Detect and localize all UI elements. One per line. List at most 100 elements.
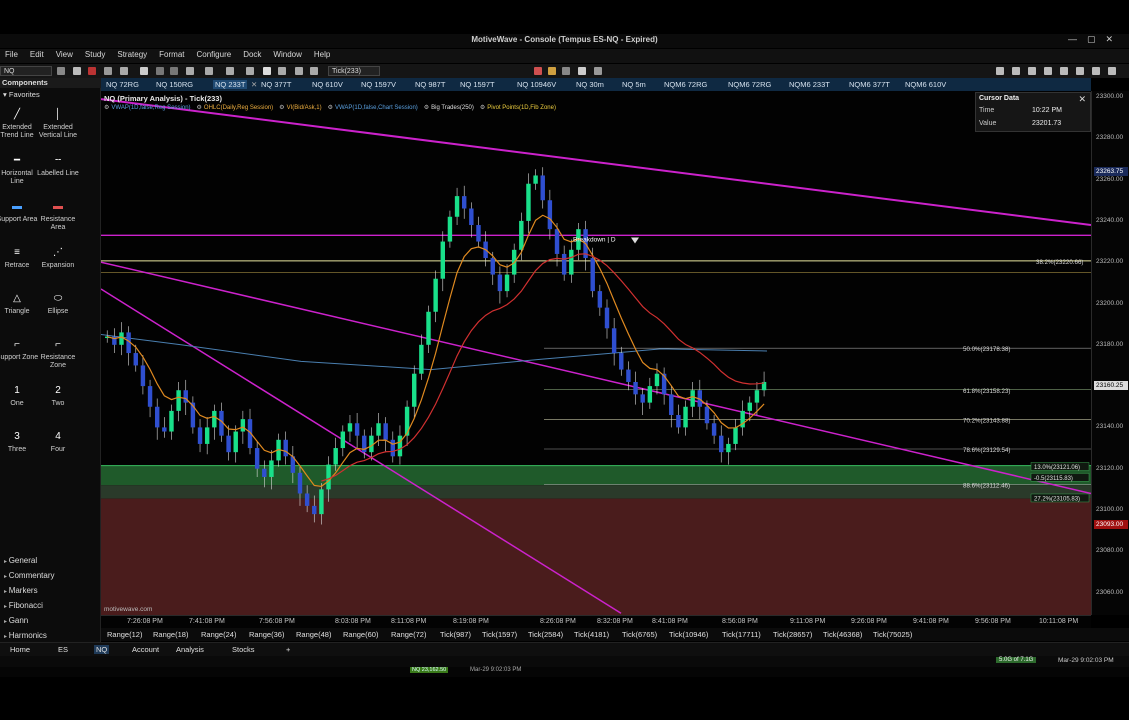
menu-format[interactable]: Format [154, 49, 191, 63]
tab-close-icon[interactable]: ✕ [251, 80, 257, 89]
link-icon[interactable] [562, 67, 570, 75]
close-icon[interactable]: ✕ [1078, 94, 1086, 105]
indicator-settings-icon[interactable]: ⚙ [328, 105, 333, 111]
chart-tab[interactable]: NQ 377T [261, 80, 291, 89]
bar-size-button[interactable]: Tick(46368) [823, 630, 862, 639]
chart-tab[interactable]: NQ 1597T [460, 80, 495, 89]
tool-retrace[interactable]: ≡ Retrace [0, 246, 39, 270]
menu-dock[interactable]: Dock [238, 49, 268, 63]
indicator-label[interactable]: VWAP(1D,false,Reg Session) [111, 105, 190, 111]
section-general[interactable]: ▸ General [0, 554, 101, 567]
copy-icon[interactable] [186, 67, 194, 75]
tool-b-icon[interactable] [1012, 67, 1020, 75]
indicator-settings-icon[interactable]: ⚙ [197, 105, 202, 111]
tool-three[interactable]: 3 Three [0, 430, 39, 454]
tool-a-icon[interactable] [996, 67, 1004, 75]
chart-type-icon[interactable] [578, 67, 586, 75]
delete-icon[interactable] [88, 67, 96, 75]
zoom-in-icon[interactable] [226, 67, 234, 75]
indicator-settings-icon[interactable]: ⚙ [104, 105, 109, 111]
chart-tab[interactable]: NQ 30m [576, 80, 604, 89]
favorites-header[interactable]: ▾ Favorites [0, 90, 101, 100]
tool-four[interactable]: 4 Four [36, 430, 80, 454]
close-icon[interactable]: ✕ [1105, 34, 1123, 44]
tool-e-icon[interactable] [1060, 67, 1068, 75]
bar-size-button[interactable]: Range(60) [343, 630, 378, 639]
alert-icon[interactable] [534, 67, 542, 75]
indicator-settings-icon[interactable]: ⚙ [480, 105, 485, 111]
bar-size-button[interactable]: Tick(4181) [574, 630, 609, 639]
section-harmonics[interactable]: ▸ Harmonics [0, 629, 101, 642]
tool-labelled-line[interactable]: ╌ Labelled Line [36, 154, 80, 178]
menu-file[interactable]: File [0, 49, 25, 63]
bar-size-button[interactable]: Tick(1597) [482, 630, 517, 639]
maximize-icon[interactable]: ▢ [1087, 34, 1106, 44]
workspace-tab[interactable]: + [286, 645, 290, 654]
redo-icon[interactable] [170, 67, 178, 75]
symbol-select[interactable]: NQ [0, 66, 52, 76]
indicator-label[interactable]: OHLC(Daily,Reg Session) [204, 105, 273, 111]
bar-size-button[interactable]: Tick(10946) [669, 630, 708, 639]
open-icon[interactable] [120, 67, 128, 75]
chart-tab[interactable]: NQM6 233T [789, 80, 830, 89]
gear-icon[interactable] [1108, 67, 1116, 75]
bar-size-button[interactable]: Tick(2584) [528, 630, 563, 639]
indicator-settings-icon[interactable]: ⚙ [424, 105, 429, 111]
menu-strategy[interactable]: Strategy [112, 49, 154, 63]
crosshair-icon[interactable] [263, 67, 271, 75]
workspace-tab[interactable]: Account [132, 645, 159, 654]
indicator-label[interactable]: Big Trades(250) [431, 105, 474, 111]
tool-d-icon[interactable] [1044, 67, 1052, 75]
tool-vertical-line[interactable]: │ Extended Vertical Line [36, 108, 80, 140]
bar-size-button[interactable]: Range(36) [249, 630, 284, 639]
bar-size-button[interactable]: Range(72) [391, 630, 426, 639]
bar-size-select[interactable]: Tick(233) [328, 66, 380, 76]
price-chart[interactable]: 38.2%(23220.66) 50.0%(23178.38) 61.8%(2315… [101, 91, 1091, 615]
section-fibonacci[interactable]: ▸ Fibonacci [0, 599, 101, 612]
chart-tab[interactable]: NQ 987T [415, 80, 445, 89]
workspace-tab[interactable]: Stocks [232, 645, 255, 654]
tool-one[interactable]: 1 One [0, 384, 39, 408]
indicator-settings-icon[interactable]: ⚙ [279, 105, 284, 111]
tool-expansion[interactable]: ⋰ Expansion [36, 246, 80, 270]
tool-triangle[interactable]: △ Triangle [0, 292, 39, 316]
indicator-label[interactable]: Pivot Points(1D,Fib Zone) [487, 105, 556, 111]
tool-two[interactable]: 2 Two [36, 384, 80, 408]
tool-support-area[interactable]: ▬ Support Area [0, 200, 39, 224]
minimize-icon[interactable]: — [1068, 34, 1087, 44]
chart-area[interactable]: 38.2%(23220.66) 50.0%(23178.38) 61.8%(2315… [101, 91, 1091, 615]
chart-tab[interactable]: NQM6 377T [849, 80, 890, 89]
period-icon[interactable] [295, 67, 303, 75]
save-icon[interactable] [104, 67, 112, 75]
section-markers[interactable]: ▸ Markers [0, 584, 101, 597]
draw-icon[interactable] [310, 67, 318, 75]
chart-tab[interactable]: NQM6 72RG [664, 80, 707, 89]
search-icon[interactable] [57, 67, 65, 75]
filter-icon[interactable] [594, 67, 602, 75]
tool-c-icon[interactable] [1028, 67, 1036, 75]
chart-tab[interactable]: NQ 72RG [106, 80, 139, 89]
bar-size-button[interactable]: Tick(987) [440, 630, 471, 639]
menu-edit[interactable]: Edit [25, 49, 51, 63]
settings-icon[interactable] [205, 67, 213, 75]
bar-icon[interactable] [278, 67, 286, 75]
chart-tab[interactable]: NQ 1597V [361, 80, 396, 89]
taskbar-quote[interactable]: NQ 23,162.50 [410, 667, 449, 673]
tool-resistance-area[interactable]: ▬ Resistance Area [36, 200, 80, 232]
menu-view[interactable]: View [51, 49, 80, 63]
chart-tab[interactable]: NQ 5m [622, 80, 646, 89]
tool-support-zone[interactable]: ⌐ Support Zone [0, 338, 39, 362]
menu-help[interactable]: Help [309, 49, 337, 63]
bar-size-button[interactable]: Tick(17711) [722, 630, 761, 639]
bar-size-button[interactable]: Tick(28657) [773, 630, 812, 639]
chart-tab[interactable]: NQ 610V [312, 80, 343, 89]
bar-size-button[interactable]: Range(12) [107, 630, 142, 639]
window-controls[interactable]: —▢✕ [1068, 34, 1123, 45]
tool-ellipse[interactable]: ⬭ Ellipse [36, 292, 80, 316]
section-commentary[interactable]: ▸ Commentary [0, 569, 101, 582]
new-chart-icon[interactable] [73, 67, 81, 75]
bar-size-button[interactable]: Range(18) [153, 630, 188, 639]
bar-size-button[interactable]: Range(24) [201, 630, 236, 639]
menu-study[interactable]: Study [80, 49, 112, 63]
menu-configure[interactable]: Configure [192, 49, 239, 63]
